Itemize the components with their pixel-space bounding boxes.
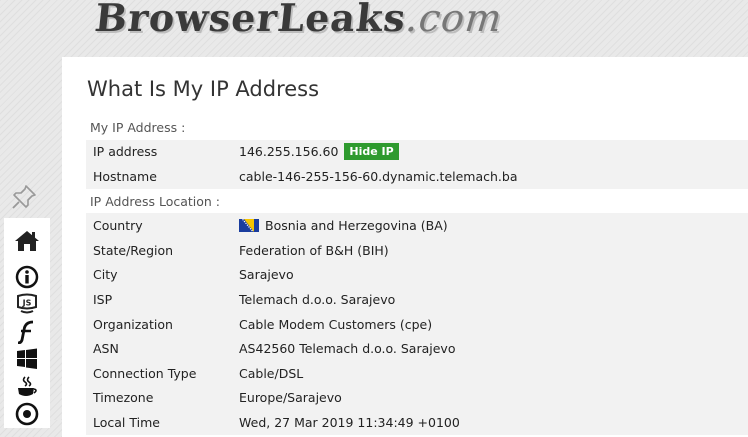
row-label: City: [86, 262, 232, 288]
table-row: Local Time Wed, 27 Mar 2019 11:34:49 +01…: [86, 410, 748, 435]
table-row: ASN AS42560 Telemach d.o.o. Sarajevo: [86, 336, 748, 361]
javascript-icon[interactable]: JS: [4, 291, 50, 318]
row-value: AS42560 Telemach d.o.o. Sarajevo: [232, 336, 748, 361]
row-value: Cable/DSL: [232, 360, 748, 386]
info-icon[interactable]: [4, 263, 50, 290]
table-row: City Sarajevo: [86, 262, 748, 288]
svg-text:JS: JS: [22, 299, 32, 308]
row-label: IP address: [86, 139, 232, 165]
windows-icon[interactable]: [4, 346, 50, 373]
row-value: Cable Modem Customers (cpe): [232, 311, 748, 337]
row-value: Sarajevo: [232, 262, 748, 288]
row-value: Bosnia and Herzegovina (BA): [232, 213, 748, 238]
table-row: State/Region Federation of B&H (BIH): [86, 237, 748, 263]
row-value: Telemach d.o.o. Sarajevo: [232, 287, 748, 312]
hide-ip-button[interactable]: Hide IP: [344, 143, 399, 161]
logo-text: BrowserLeaks.com: [92, 0, 505, 40]
pin-icon[interactable]: [10, 183, 38, 211]
section-header-location: IP Address Location :: [86, 188, 748, 214]
country-value: Bosnia and Herzegovina (BA): [265, 218, 448, 234]
row-value: Wed, 27 Mar 2019 11:34:49 +0100: [232, 410, 748, 435]
row-label: Country: [86, 213, 232, 238]
home-icon[interactable]: [4, 218, 50, 263]
row-label: Hostname: [86, 164, 232, 189]
row-value: Europe/Sarajevo: [232, 385, 748, 411]
row-label: Organization: [86, 311, 232, 337]
java-icon[interactable]: [4, 373, 50, 400]
row-value: Federation of B&H (BIH): [232, 237, 748, 263]
ip-info-table: My IP Address : IP address 146.255.156.6…: [86, 115, 748, 435]
row-label: ISP: [86, 287, 232, 312]
row-value: 146.255.156.60 Hide IP: [232, 139, 748, 165]
table-row: Connection Type Cable/DSL: [86, 360, 748, 386]
section-label: IP Address Location :: [86, 188, 748, 214]
row-label: Connection Type: [86, 360, 232, 386]
side-nav: JS: [4, 218, 50, 428]
row-label: ASN: [86, 336, 232, 361]
flash-icon[interactable]: [4, 318, 50, 345]
table-row: Country Bosnia and Herzegovina (BA): [86, 213, 748, 238]
table-row: IP address 146.255.156.60 Hide IP: [86, 139, 748, 165]
row-value: cable-146-255-156-60.dynamic.telemach.ba: [232, 164, 748, 189]
flag-ba-icon: [239, 219, 259, 233]
ip-value: 146.255.156.60: [239, 144, 339, 160]
table-row: Organization Cable Modem Customers (cpe): [86, 311, 748, 337]
site-logo[interactable]: BrowserLeaks.com: [92, 0, 505, 40]
section-label: My IP Address :: [86, 115, 748, 140]
table-row: Timezone Europe/Sarajevo: [86, 385, 748, 411]
main-panel: What Is My IP Address My IP Address : IP…: [62, 57, 748, 437]
section-header-my-ip: My IP Address :: [86, 115, 748, 140]
page-title: What Is My IP Address: [87, 77, 320, 101]
row-label: Local Time: [86, 410, 232, 435]
table-row: Hostname cable-146-255-156-60.dynamic.te…: [86, 164, 748, 189]
row-label: Timezone: [86, 385, 232, 411]
webrtc-icon[interactable]: [4, 401, 50, 428]
row-label: State/Region: [86, 237, 232, 263]
table-row: ISP Telemach d.o.o. Sarajevo: [86, 287, 748, 312]
